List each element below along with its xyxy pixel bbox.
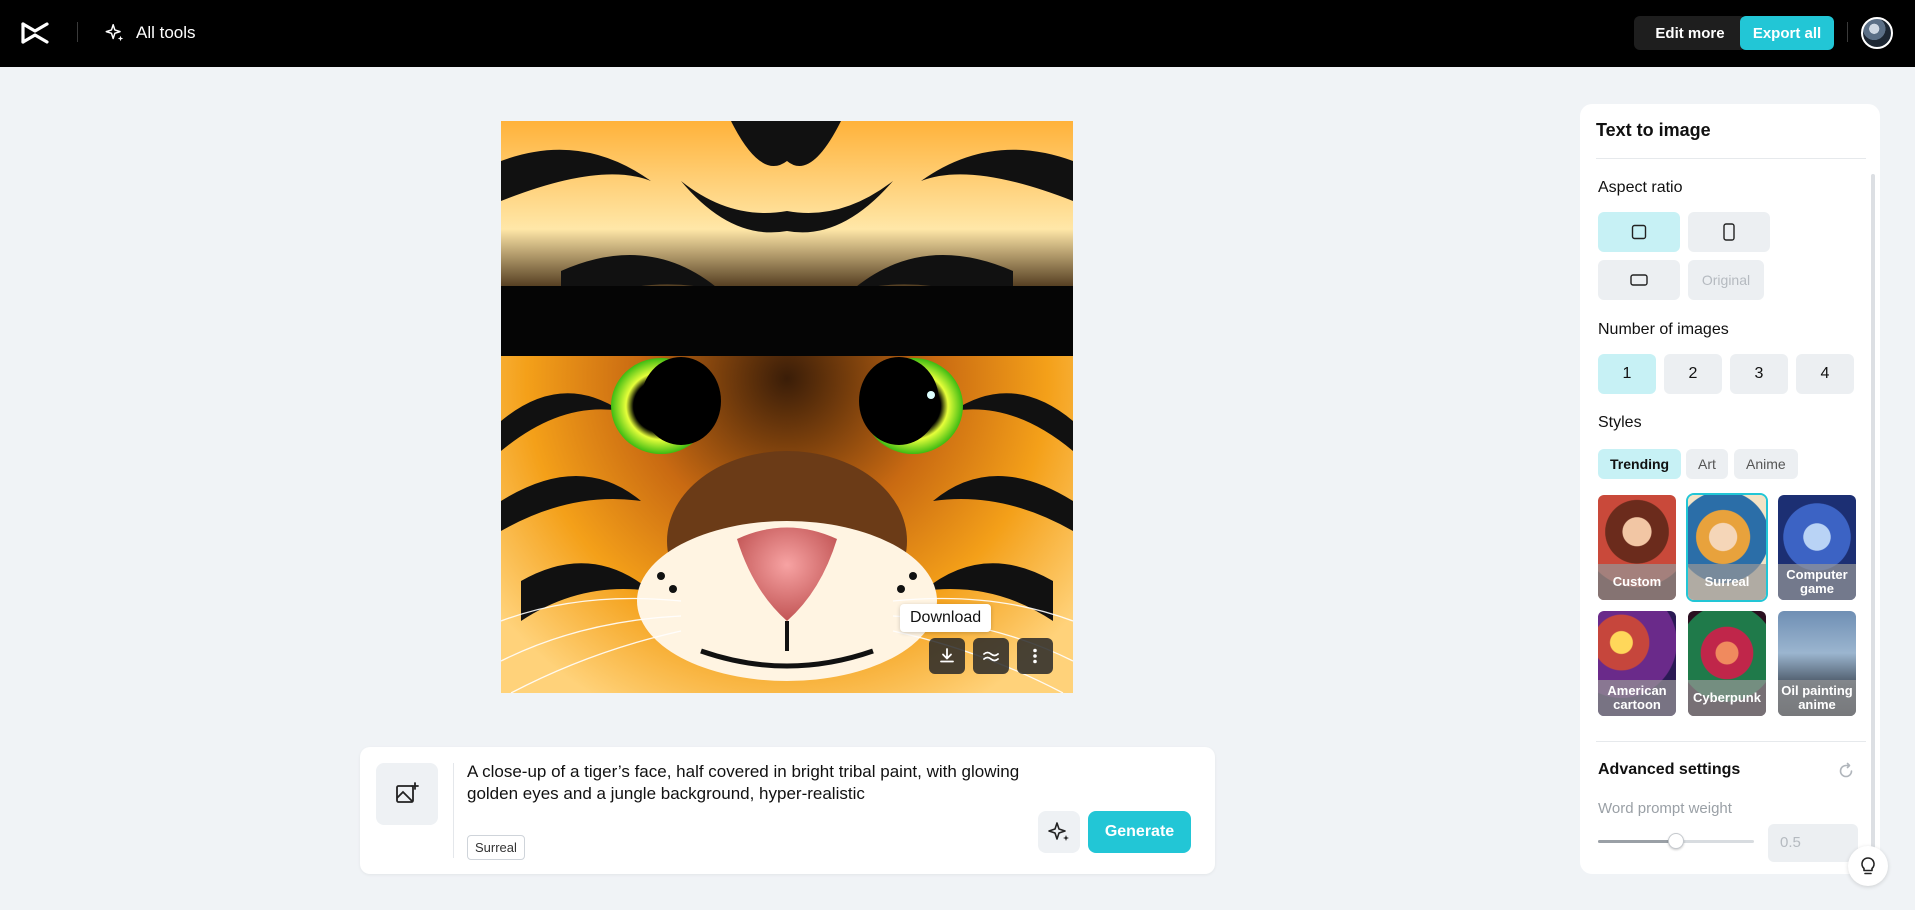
enhance-button[interactable] bbox=[973, 638, 1009, 674]
add-image-button[interactable] bbox=[376, 763, 438, 825]
square-ratio-icon bbox=[1631, 224, 1647, 240]
prompt-box: A close-up of a tiger’s face, half cover… bbox=[360, 747, 1215, 874]
text-to-image-panel: Text to image Aspect ratio Original Numb… bbox=[1580, 104, 1880, 874]
advanced-settings-label[interactable]: Advanced settings bbox=[1598, 761, 1740, 779]
more-vertical-icon bbox=[1033, 648, 1037, 664]
panel-title: Text to image bbox=[1596, 120, 1711, 140]
image-add-icon bbox=[396, 782, 419, 803]
aspect-landscape-option[interactable] bbox=[1598, 260, 1680, 300]
panel-separator bbox=[1596, 158, 1866, 159]
style-card-label: Surreal bbox=[1688, 564, 1766, 600]
prompt-input[interactable]: A close-up of a tiger’s face, half cover… bbox=[467, 761, 1067, 805]
style-card-label: Custom bbox=[1598, 564, 1676, 600]
style-card-label: Computer game bbox=[1778, 564, 1856, 600]
magic-sparkle-icon bbox=[1048, 822, 1069, 841]
style-card-custom[interactable]: Custom bbox=[1598, 495, 1676, 600]
style-card-oil-painting-anime[interactable]: Oil painting anime bbox=[1778, 611, 1856, 716]
aspect-ratio-label: Aspect ratio bbox=[1598, 179, 1683, 196]
tab-art[interactable]: Art bbox=[1686, 449, 1728, 479]
tab-trending[interactable]: Trending bbox=[1598, 449, 1682, 479]
portrait-ratio-icon bbox=[1723, 223, 1735, 241]
avatar[interactable] bbox=[1861, 17, 1893, 49]
aspect-original-option: Original bbox=[1688, 260, 1764, 300]
word-prompt-weight-label: Word prompt weight bbox=[1598, 800, 1732, 817]
top-bar: All tools Edit more Export all bbox=[0, 0, 1915, 67]
wave-icon bbox=[983, 651, 999, 662]
number-option-1[interactable]: 1 bbox=[1598, 354, 1656, 394]
style-card-label: Oil painting anime bbox=[1778, 680, 1856, 716]
download-tooltip: Download bbox=[900, 604, 992, 632]
style-card-american-cartoon[interactable]: American cartoon bbox=[1598, 611, 1676, 716]
slider-fill bbox=[1598, 840, 1676, 843]
number-of-images-label: Number of images bbox=[1598, 321, 1729, 338]
tips-button[interactable] bbox=[1848, 846, 1888, 886]
style-card-surreal[interactable]: Surreal bbox=[1686, 493, 1768, 602]
number-option-2[interactable]: 2 bbox=[1664, 354, 1722, 394]
header-divider bbox=[77, 22, 78, 42]
all-tools-button[interactable]: All tools bbox=[104, 20, 196, 46]
edit-more-button[interactable]: Edit more bbox=[1634, 16, 1746, 50]
landscape-ratio-icon bbox=[1630, 274, 1648, 286]
advanced-separator bbox=[1596, 741, 1866, 742]
style-card-label: American cartoon bbox=[1598, 680, 1676, 716]
all-tools-label: All tools bbox=[136, 23, 196, 42]
styles-label: Styles bbox=[1598, 414, 1642, 431]
header-divider-right bbox=[1847, 22, 1848, 42]
prompt-enhance-button[interactable] bbox=[1038, 811, 1080, 853]
number-option-3[interactable]: 3 bbox=[1730, 354, 1788, 394]
capcut-logo-icon[interactable] bbox=[20, 20, 50, 46]
slider-handle[interactable] bbox=[1668, 833, 1684, 849]
word-prompt-weight-input[interactable]: 0.5 bbox=[1768, 824, 1858, 862]
tab-anime[interactable]: Anime bbox=[1734, 449, 1798, 479]
style-card-label: Cyberpunk bbox=[1688, 680, 1766, 716]
export-all-button[interactable]: Export all bbox=[1740, 16, 1834, 50]
style-card-computer-game[interactable]: Computer game bbox=[1778, 495, 1856, 600]
download-button[interactable] bbox=[929, 638, 965, 674]
lightbulb-icon bbox=[1861, 857, 1875, 875]
style-card-cyberpunk[interactable]: Cyberpunk bbox=[1688, 611, 1766, 716]
prompt-divider bbox=[453, 763, 454, 858]
sparkle-icon bbox=[105, 24, 124, 42]
aspect-square-option[interactable] bbox=[1598, 212, 1680, 252]
download-icon bbox=[940, 648, 954, 663]
image-toolbar bbox=[929, 638, 1053, 674]
generate-button[interactable]: Generate bbox=[1088, 811, 1191, 853]
aspect-portrait-option[interactable] bbox=[1688, 212, 1770, 252]
more-options-button[interactable] bbox=[1017, 638, 1053, 674]
panel-scrollbar[interactable] bbox=[1871, 174, 1875, 854]
reset-icon[interactable] bbox=[1836, 761, 1856, 781]
number-option-4[interactable]: 4 bbox=[1796, 354, 1854, 394]
selected-style-chip[interactable]: Surreal bbox=[467, 835, 525, 860]
